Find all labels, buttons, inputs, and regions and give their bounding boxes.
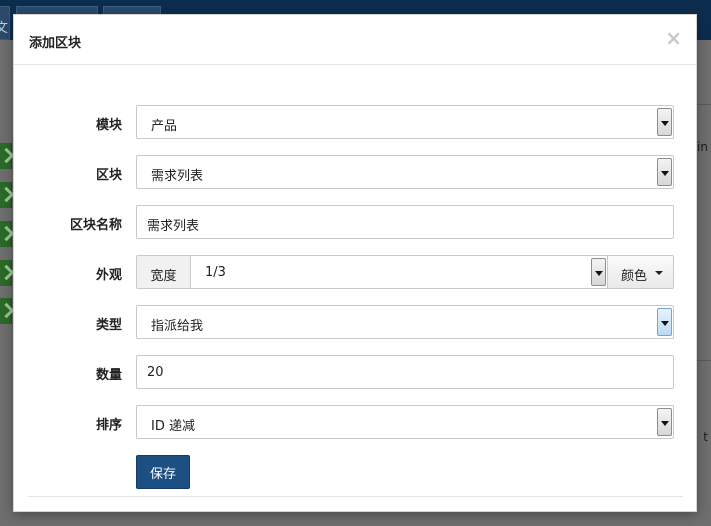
dropdown-arrow-icon[interactable] [657, 108, 672, 136]
side-arrow-icon [0, 182, 12, 208]
count-input[interactable]: 20 [136, 355, 674, 389]
module-select[interactable]: 产品 [136, 105, 674, 139]
order-select-value: ID 递减 [151, 419, 195, 434]
block-select-value: 需求列表 [151, 169, 204, 184]
bg-clipped-text: t [703, 430, 708, 444]
appearance-row: 外观 宽度 1/3 颜色 [14, 255, 698, 289]
width-select-value: 1/3 [205, 265, 226, 280]
bg-divider [697, 360, 711, 361]
dropdown-arrow-icon[interactable] [657, 158, 672, 186]
dialog-footer-divider [28, 496, 683, 497]
side-arrow-icon [0, 260, 12, 286]
block-select[interactable]: 需求列表 [136, 155, 674, 189]
order-label: 排序 [95, 418, 122, 433]
app-nav-tab: 文 [0, 6, 10, 40]
block-name-value: 需求列表 [147, 219, 200, 234]
block-label: 区块 [95, 168, 122, 183]
block-name-row: 区块名称 需求列表 [14, 205, 698, 239]
count-label: 数量 [95, 368, 122, 383]
order-select[interactable]: ID 递减 [136, 405, 674, 439]
color-button-label: 颜色 [621, 269, 648, 284]
block-row: 区块 需求列表 [14, 155, 698, 189]
caret-down-icon [655, 271, 663, 275]
width-addon-label: 宽度 [136, 255, 190, 289]
dialog-header: 添加区块 × [14, 15, 696, 65]
module-row: 模块 产品 [14, 105, 698, 139]
appearance-label: 外观 [95, 268, 122, 283]
bg-clipped-text: in [697, 140, 708, 154]
type-select-value: 指派给我 [151, 319, 204, 334]
dropdown-arrow-icon[interactable] [591, 258, 606, 286]
type-row: 类型 指派给我 [14, 305, 698, 339]
block-name-input[interactable]: 需求列表 [136, 205, 674, 239]
side-arrow-icon [0, 298, 12, 324]
count-row: 数量 20 [14, 355, 698, 389]
close-icon[interactable]: × [665, 26, 682, 50]
type-label: 类型 [95, 318, 122, 333]
module-label: 模块 [95, 118, 122, 133]
dropdown-arrow-icon[interactable] [657, 408, 672, 436]
type-select[interactable]: 指派给我 [136, 305, 674, 339]
add-block-dialog: 添加区块 × 模块 产品 区块 需求列表 区块名称 需求列表 外观 宽度 1/3 [13, 14, 697, 512]
side-arrow-icon [0, 221, 12, 247]
order-row: 排序 ID 递减 [14, 405, 698, 439]
dropdown-arrow-icon[interactable] [657, 308, 672, 336]
color-button[interactable]: 颜色 [608, 255, 674, 289]
width-select[interactable]: 1/3 [190, 255, 608, 289]
app-nav-tab-label: 文 [0, 21, 9, 36]
block-name-label: 区块名称 [69, 218, 122, 233]
save-button[interactable]: 保存 [136, 455, 190, 489]
module-select-value: 产品 [151, 119, 178, 134]
side-arrow-icon [0, 143, 12, 169]
count-value: 20 [147, 365, 164, 380]
bg-divider [697, 104, 711, 105]
dialog-title: 添加区块 [29, 36, 82, 51]
